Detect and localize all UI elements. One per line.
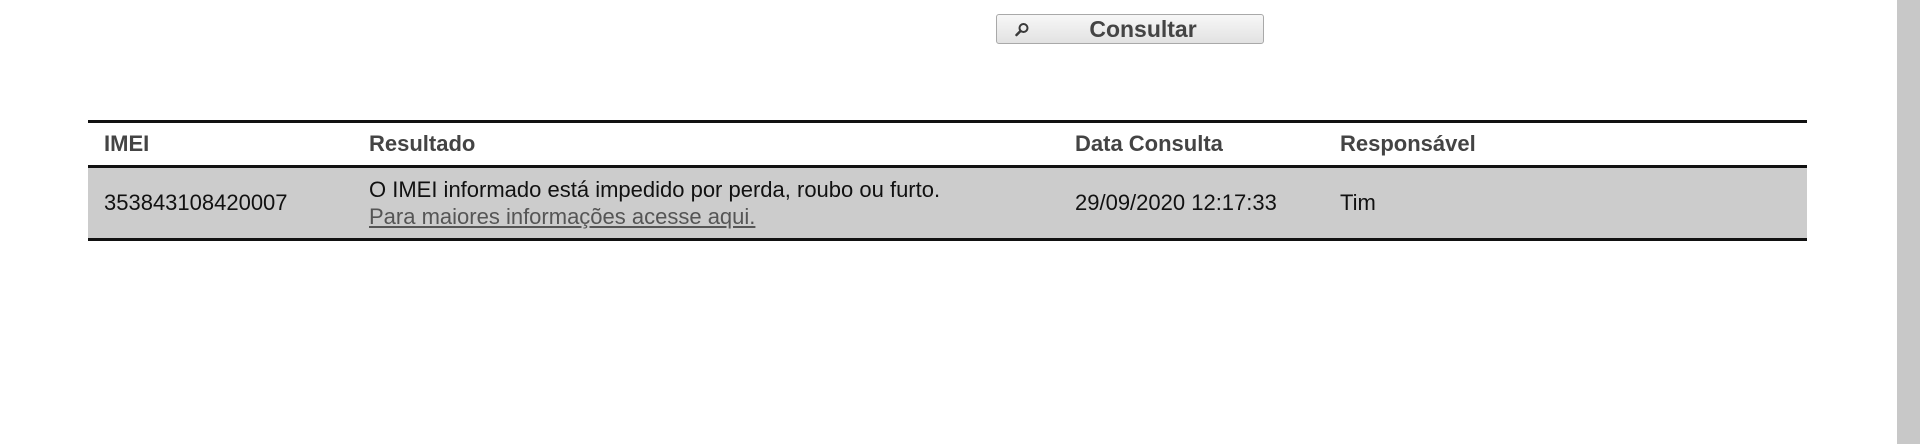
header-date: Data Consulta: [1075, 131, 1223, 156]
result-message: O IMEI informado está impedido por perda…: [369, 177, 941, 202]
cell-responsible: Tim: [1340, 190, 1376, 215]
cell-date: 29/09/2020 12:17:33: [1075, 190, 1277, 215]
header-responsible: Responsável: [1340, 131, 1476, 156]
more-info-link[interactable]: Para maiores informações acesse aqui.: [369, 203, 755, 230]
header-result: Resultado: [369, 131, 476, 156]
results-table: IMEI Resultado Data Consulta Responsável…: [88, 120, 1807, 241]
table-row: 353843108420007 O IMEI informado está im…: [88, 166, 1807, 240]
cell-imei: 353843108420007: [104, 190, 288, 215]
table-header-row: IMEI Resultado Data Consulta Responsável: [88, 121, 1807, 167]
consult-button-label: Consultar: [1089, 16, 1197, 42]
header-imei: IMEI: [104, 131, 150, 156]
page: Consultar IMEI Resultado Data Consulta R…: [0, 0, 1920, 444]
consult-button[interactable]: Consultar: [996, 14, 1264, 44]
cell-result: O IMEI informado está impedido por perda…: [353, 167, 1059, 240]
vertical-scrollbar[interactable]: [1897, 0, 1920, 444]
